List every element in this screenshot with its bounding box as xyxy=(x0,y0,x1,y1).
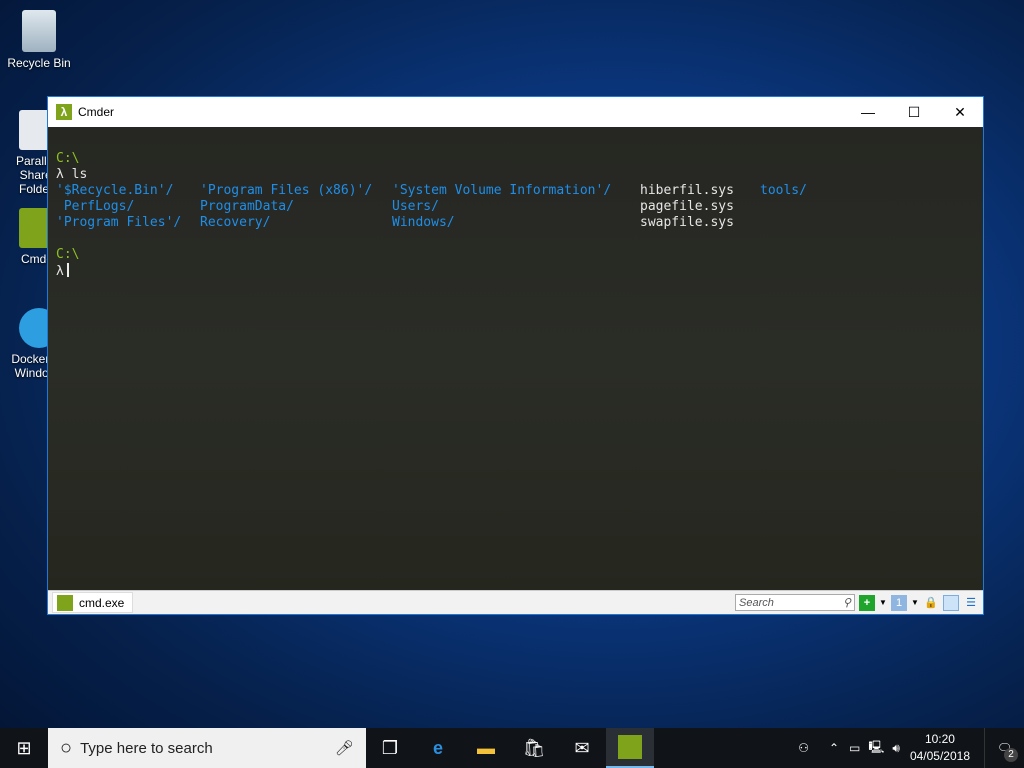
people-icon[interactable]: ⚇ xyxy=(798,741,809,755)
prompt-path: C:\ xyxy=(56,247,80,262)
file-entry: 'Program Files'/ xyxy=(56,215,182,230)
system-tray: ⚇ ⌃ ▭ 🖳︎ 🔊︎ 10:20 04/05/2018 🗨︎ 2 xyxy=(798,728,1024,768)
file-entry: Recovery/ xyxy=(200,215,271,230)
split-view-button[interactable] xyxy=(943,594,959,611)
mail-icon[interactable]: ✉ xyxy=(558,728,606,768)
microphone-icon[interactable]: 🎤︎ xyxy=(335,739,354,757)
task-view-icon[interactable]: ❐ xyxy=(366,728,414,768)
desktop-icon-label: Recycle Bin xyxy=(7,56,71,70)
close-button[interactable]: ✕ xyxy=(937,97,983,127)
taskbar-search[interactable]: ○ Type here to search 🎤︎ xyxy=(48,728,366,768)
clock-time: 10:20 xyxy=(924,732,955,746)
console-switch-button[interactable]: 1 xyxy=(891,594,907,611)
file-entry: pagefile.sys xyxy=(640,199,734,214)
prompt-lambda: λ xyxy=(56,264,64,279)
search-input[interactable]: Search ⚲ xyxy=(735,594,855,611)
cmder-app-icon: λ xyxy=(56,104,72,120)
file-entry: 'Program Files (x86)'/ xyxy=(200,183,373,198)
cmder-taskbar-icon[interactable] xyxy=(606,728,654,768)
terminal-console[interactable]: C:\ λ ls '$Recycle.Bin'/ 'Program Files (… xyxy=(48,127,983,590)
tab-label: cmd.exe xyxy=(79,595,125,610)
clock[interactable]: 10:20 04/05/2018 xyxy=(910,731,970,765)
dropdown-arrow-icon[interactable]: ▼ xyxy=(879,595,887,611)
text-cursor xyxy=(66,263,69,277)
show-hidden-icons-chevron[interactable]: ⌃ xyxy=(829,741,839,755)
search-icon: ⚲ xyxy=(842,597,851,609)
new-console-button[interactable]: + xyxy=(859,594,875,611)
file-entry: hiberfil.sys xyxy=(640,183,734,198)
desktop-icon-recycle-bin[interactable]: Recycle Bin xyxy=(4,10,74,70)
file-entry: tools/ xyxy=(760,183,807,198)
command-line: λ ls xyxy=(56,167,88,182)
action-center-button[interactable]: 🗨︎ 2 xyxy=(984,728,1024,768)
prompt-path: C:\ xyxy=(56,151,80,166)
notification-count: 2 xyxy=(1004,748,1018,762)
cmd-tab-icon xyxy=(57,594,73,611)
store-icon[interactable]: 🛍︎ xyxy=(510,728,558,768)
input-line[interactable]: λ xyxy=(56,263,69,279)
status-bar: cmd.exe Search ⚲ + ▼ 1 ▼ 🔒 ☰ xyxy=(48,590,983,614)
clock-date: 04/05/2018 xyxy=(909,749,970,763)
file-entry: swapfile.sys xyxy=(640,215,734,230)
file-explorer-icon[interactable]: ▬ xyxy=(462,728,510,768)
search-placeholder: Type here to search xyxy=(80,739,213,757)
recycle-bin-icon xyxy=(22,10,56,52)
title-bar[interactable]: λ Cmder — ☐ ✕ xyxy=(48,97,983,127)
start-button[interactable]: ⊞ xyxy=(0,728,48,768)
taskbar: ⊞ ○ Type here to search 🎤︎ ❐ e ▬ 🛍︎ ✉ ⚇ … xyxy=(0,728,1024,768)
file-entry: 'System Volume Information'/ xyxy=(392,183,612,198)
console-tab[interactable]: cmd.exe xyxy=(52,592,134,613)
file-entry: Users/ xyxy=(392,199,439,214)
network-icon[interactable]: 🖳︎ xyxy=(868,738,884,759)
file-entry: '$Recycle.Bin'/ xyxy=(56,183,174,198)
power-icon[interactable]: ▭ xyxy=(849,741,860,755)
cortana-icon: ○ xyxy=(60,736,73,759)
lock-icon[interactable]: 🔒 xyxy=(923,595,939,611)
file-entry: Windows/ xyxy=(392,215,455,230)
window-title: Cmder xyxy=(78,105,115,119)
edge-icon[interactable]: e xyxy=(414,728,462,768)
dropdown-arrow-icon[interactable]: ▼ xyxy=(911,595,919,611)
maximize-button[interactable]: ☐ xyxy=(891,97,937,127)
file-entry: PerfLogs/ xyxy=(56,199,135,214)
search-placeholder: Search xyxy=(739,596,774,609)
volume-icon[interactable]: 🔊︎ xyxy=(892,741,900,756)
menu-icon[interactable]: ☰ xyxy=(963,595,979,611)
file-entry: ProgramData/ xyxy=(200,199,294,214)
cmder-window: λ Cmder — ☐ ✕ C:\ λ ls '$Recycle.Bin'/ 'P… xyxy=(47,96,984,615)
minimize-button[interactable]: — xyxy=(845,97,891,127)
